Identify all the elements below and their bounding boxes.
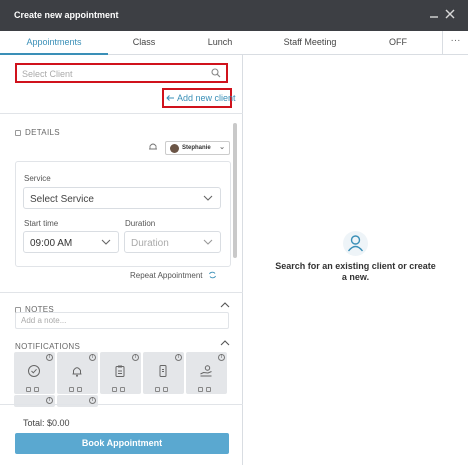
staff-select[interactable]: Stephanie ⌄ [165,141,230,155]
repeat-appointment-label: Repeat Appointment [130,271,203,280]
channel-icons [112,384,130,392]
arrow-left-icon [166,93,177,103]
user-icon [343,231,368,258]
duration-value: Duration [131,238,169,249]
notification-tile-confirmation[interactable]: i [14,352,55,394]
empty-state-message: Search for an existing client or create … [275,261,436,282]
duration-label: Duration [125,219,156,228]
details-heading-label: DETAILS [25,128,60,137]
info-icon[interactable]: i [218,354,225,361]
phone-icon [156,364,170,380]
add-new-client-link[interactable]: Add new client [162,88,236,108]
tab-appointments[interactable]: Appointments [0,31,108,55]
chevron-down-icon: ⌄ [219,144,225,151]
client-search-input[interactable]: Select Client [15,63,228,83]
bell-icon [70,364,84,380]
notification-tile-reminder[interactable]: i [57,352,98,394]
channel-icons [198,384,216,392]
notification-tile-intake[interactable]: i [100,352,141,394]
notification-tile[interactable]: i [14,395,55,407]
service-details-card: Service Select Service Start time 09:00 … [15,161,231,267]
divider [0,292,243,293]
staff-name: Stephanie [182,145,211,151]
info-icon[interactable]: i [132,354,139,361]
appointment-type-tabs: Appointments Class Lunch Staff Meeting O… [0,31,468,55]
tab-class[interactable]: Class [108,31,180,55]
window-title: Create new appointment [14,10,119,20]
notifications-heading-label: NOTIFICATIONS [15,342,81,351]
duration-select[interactable]: Duration [124,231,221,253]
scrollbar[interactable] [233,123,237,258]
chevron-down-icon [202,192,214,206]
chevron-up-icon[interactable] [220,301,230,311]
info-icon[interactable]: i [175,354,182,361]
close-icon[interactable] [442,7,458,23]
notification-tile-mobile[interactable]: i [143,352,184,394]
note-placeholder: Add a note... [21,316,67,325]
client-search-placeholder: Select Client [22,69,73,79]
details-heading: DETAILS [15,128,60,137]
client-info-panel: Search for an existing client or create … [243,55,468,465]
note-input[interactable]: Add a note... [15,312,229,329]
service-value: Select Service [30,194,94,205]
check-circle-icon [27,364,41,380]
more-tabs-button[interactable]: ··· [442,31,468,55]
channel-icons [155,384,173,392]
repeat-icon [205,271,217,280]
bell-icon[interactable] [148,142,158,153]
window-titlebar: Create new appointment [0,0,468,31]
channel-icons [69,384,87,392]
start-time-value: 09:00 AM [30,238,73,249]
notification-tile[interactable]: i [57,395,98,407]
tab-off[interactable]: OFF [360,31,436,55]
notification-tile-payment[interactable]: i [186,352,227,394]
divider [0,113,243,114]
tab-staff-meeting[interactable]: Staff Meeting [260,31,360,55]
book-appointment-button[interactable]: Book Appointment [15,433,229,454]
service-select[interactable]: Select Service [23,187,221,209]
repeat-appointment-button[interactable]: Repeat Appointment [130,271,217,280]
info-icon[interactable]: i [89,397,96,404]
chevron-down-icon [202,236,214,250]
avatar [170,144,179,153]
add-new-client-label: Add new client [177,93,236,103]
start-time-label: Start time [24,219,59,228]
service-label: Service [24,174,51,183]
tab-lunch[interactable]: Lunch [180,31,260,55]
channel-icons [26,384,44,392]
minimize-icon[interactable] [426,7,442,23]
start-time-select[interactable]: 09:00 AM [23,231,119,253]
search-icon[interactable] [211,68,221,80]
appointment-form-panel: Select Client Add new client DETAILS Ste… [0,55,243,465]
divider [0,404,243,405]
chevron-down-icon [100,236,112,250]
details-icon [15,130,21,136]
hand-money-icon [199,364,213,380]
notifications-heading: NOTIFICATIONS [15,342,80,351]
info-icon[interactable]: i [46,397,53,404]
info-icon[interactable]: i [46,354,53,361]
total-amount: Total: $0.00 [23,418,70,428]
info-icon[interactable]: i [89,354,96,361]
clipboard-icon [113,364,127,380]
chevron-up-icon[interactable] [220,339,230,349]
